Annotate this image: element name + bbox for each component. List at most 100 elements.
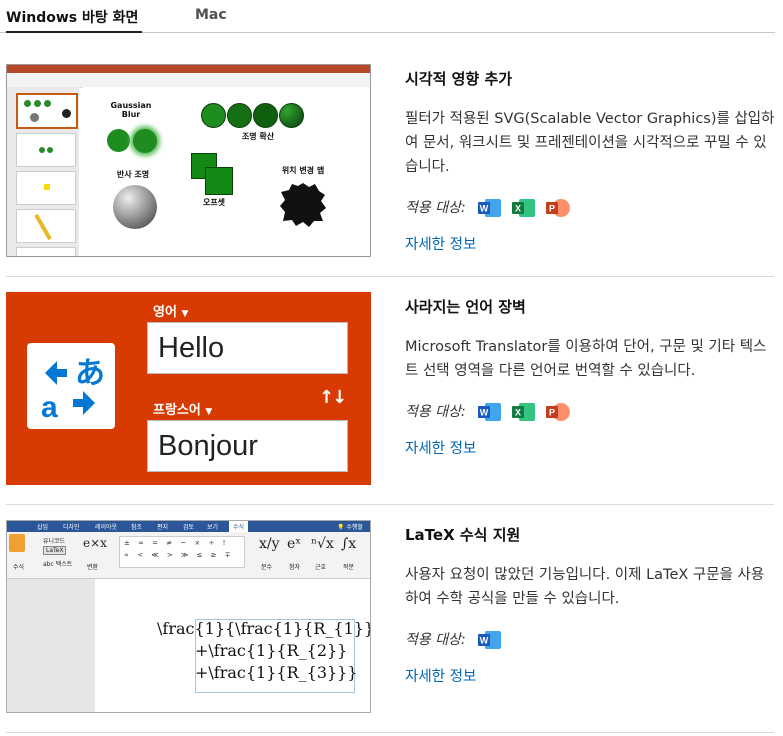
green-square	[205, 167, 233, 195]
displacement-shape	[280, 183, 326, 227]
ppt-ribbon	[7, 73, 370, 88]
radical-label: 근호	[315, 564, 327, 571]
svg-text:W: W	[479, 636, 488, 646]
menu-view[interactable]: 보기	[207, 522, 218, 531]
target-language-label[interactable]: 프랑스어 ▼	[153, 399, 212, 418]
equation-icon[interactable]	[9, 534, 25, 552]
chevron-down-icon: ▼	[181, 309, 189, 319]
fraction-icon[interactable]: x/y	[259, 536, 280, 552]
lightbulb-icon: 💡	[337, 524, 345, 531]
svg-text:P: P	[549, 204, 555, 214]
divider	[6, 504, 774, 505]
learn-more-link[interactable]: 자세한 정보	[405, 437, 775, 458]
translator-logo: あ a	[27, 343, 115, 429]
applies-to-label: 적용 대상:	[405, 404, 466, 420]
menu-review[interactable]: 검토	[183, 522, 194, 531]
slide-thumbnail	[16, 247, 76, 256]
translator-screenshot: あ a 영어 ▼ Hello ↑↓ 프랑스어 ▼ Bonjour	[6, 292, 371, 485]
target-text-box[interactable]: Bonjour	[147, 420, 348, 472]
feature-text: 시각적 영향 추가 필터가 적용된 SVG(Scalable Vector Gr…	[405, 64, 775, 254]
slide-thumbnail	[16, 171, 76, 205]
feature-title: 시각적 영향 추가	[405, 70, 513, 88]
slide-thumbnail	[16, 93, 78, 129]
target-language-text: 프랑스어	[153, 403, 201, 418]
feature-description: 필터가 적용된 SVG(Scalable Vector Graphics)를 삽…	[405, 111, 775, 175]
word-icon: W	[477, 401, 501, 421]
source-text-box[interactable]: Hello	[147, 322, 348, 374]
equation-line: +\frac{1}{R_{2}}	[195, 641, 348, 660]
svg-text:X: X	[515, 408, 521, 418]
feature-visual-impact: Gaussian Blur 조명 확산 반사 조명 오프셋 위치 변경 맵 시각…	[6, 64, 774, 260]
word-icon: W	[477, 197, 501, 217]
menu-design[interactable]: 디자인	[63, 522, 80, 531]
equation-ribbon: 수식 유니코드 LaTeX abc 텍스트 e×x 변환 ± ∞ = ≠ ~ ×…	[7, 532, 370, 579]
menu-layout[interactable]: 레이아웃	[95, 522, 117, 531]
svg-text:あ: あ	[75, 356, 105, 391]
applies-to-row: 적용 대상: W X P	[405, 397, 775, 425]
offset-label: 오프셋	[202, 198, 226, 207]
symbol-gallery[interactable]: ± ∞ = ≠ ~ × ÷ ! ∝ < ≪ > ≫ ≤ ≥ ∓	[119, 536, 245, 568]
text-option[interactable]: abc 텍스트	[43, 559, 72, 568]
svg-text:W: W	[479, 204, 488, 214]
radical-icon[interactable]: ⁿ√x	[311, 536, 334, 552]
slide-thumbnail	[16, 209, 76, 243]
word-equation-screenshot: 삽입 디자인 레이아웃 참조 편지 검토 보기 수식 💡 수행할 수식 유니코드…	[6, 520, 371, 713]
learn-more-link[interactable]: 자세한 정보	[405, 233, 775, 254]
feature-text: 사라지는 언어 장벽 Microsoft Translator를 이용하여 단어…	[405, 292, 775, 458]
word-icon: W	[477, 629, 501, 649]
swap-arrows-icon[interactable]: ↑↓	[319, 387, 347, 408]
document-page: \frac{1}{\frac{1}{R_{1}} +\frac{1}{R_{2}…	[95, 579, 370, 712]
search-text: 수행할	[346, 524, 363, 531]
latex-option[interactable]: LaTeX	[43, 546, 67, 555]
green-circle	[253, 103, 278, 128]
feature-title: LaTeX 수식 지원	[405, 526, 521, 544]
script-icon[interactable]: eˣ	[287, 536, 301, 552]
equation-line: \frac{1}{\frac{1}{R_{1}}	[157, 619, 371, 638]
unicode-option[interactable]: 유니코드	[43, 536, 65, 545]
source-language-label[interactable]: 영어 ▼	[153, 301, 188, 320]
svg-text:X: X	[515, 204, 521, 214]
svg-text:P: P	[549, 408, 555, 418]
convert-label: 변환	[87, 564, 99, 571]
powerpoint-screenshot: Gaussian Blur 조명 확산 반사 조명 오프셋 위치 변경 맵	[6, 64, 371, 257]
green-circle	[201, 103, 226, 128]
equation-line: +\frac{1}{R_{3}}}	[195, 663, 358, 682]
feature-language-barrier: あ a 영어 ▼ Hello ↑↓ 프랑스어 ▼ Bonjour 사라지는 언어…	[6, 292, 774, 488]
menu-insert[interactable]: 삽입	[37, 522, 48, 531]
fraction-label: 분수	[261, 564, 273, 571]
divider	[6, 732, 774, 733]
reflect-label: 반사 조명	[116, 170, 150, 179]
feature-description: 사용자 요청이 많았던 기능입니다. 이제 LaTeX 구문을 사용하여 수학 …	[405, 567, 765, 607]
excel-icon: X	[511, 401, 535, 421]
green-circle	[107, 129, 130, 152]
ppt-slide-panel	[7, 87, 79, 256]
chevron-down-icon: ▼	[205, 407, 213, 417]
powerpoint-icon: P	[545, 401, 570, 421]
source-language-text: 영어	[153, 305, 177, 320]
integral-icon[interactable]: ∫x	[341, 536, 356, 552]
slide-thumbnail	[16, 133, 76, 167]
green-circle	[279, 103, 304, 128]
script-label: 첨자	[289, 564, 301, 571]
search-box[interactable]: 💡 수행할	[337, 522, 363, 531]
svg-text:W: W	[479, 408, 488, 418]
feature-text: LaTeX 수식 지원 사용자 요청이 많았던 기능입니다. 이제 LaTeX …	[405, 520, 775, 686]
feature-latex-support: 삽입 디자인 레이아웃 참조 편지 검토 보기 수식 💡 수행할 수식 유니코드…	[6, 520, 774, 716]
menu-mailings[interactable]: 편지	[157, 522, 168, 531]
convert-icon[interactable]: e×x	[83, 536, 107, 550]
blurred-green-circle	[133, 129, 157, 153]
svg-text:a: a	[41, 391, 58, 424]
tab-windows[interactable]: Windows 바탕 화면	[6, 7, 143, 33]
learn-more-link[interactable]: 자세한 정보	[405, 665, 775, 686]
applies-to-row: 적용 대상: W	[405, 625, 775, 653]
platform-tabs: Windows 바탕 화면 Mac	[0, 0, 775, 33]
displacement-label: 위치 변경 맵	[281, 166, 325, 175]
green-circle	[227, 103, 252, 128]
menu-equation[interactable]: 수식	[229, 521, 249, 532]
powerpoint-icon: P	[545, 197, 570, 217]
applies-to-label: 적용 대상:	[405, 200, 466, 216]
tab-mac[interactable]: Mac	[195, 7, 227, 23]
grey-sphere	[113, 185, 157, 229]
applies-to-row: 적용 대상: W X P	[405, 193, 775, 221]
menu-references[interactable]: 참조	[131, 522, 142, 531]
